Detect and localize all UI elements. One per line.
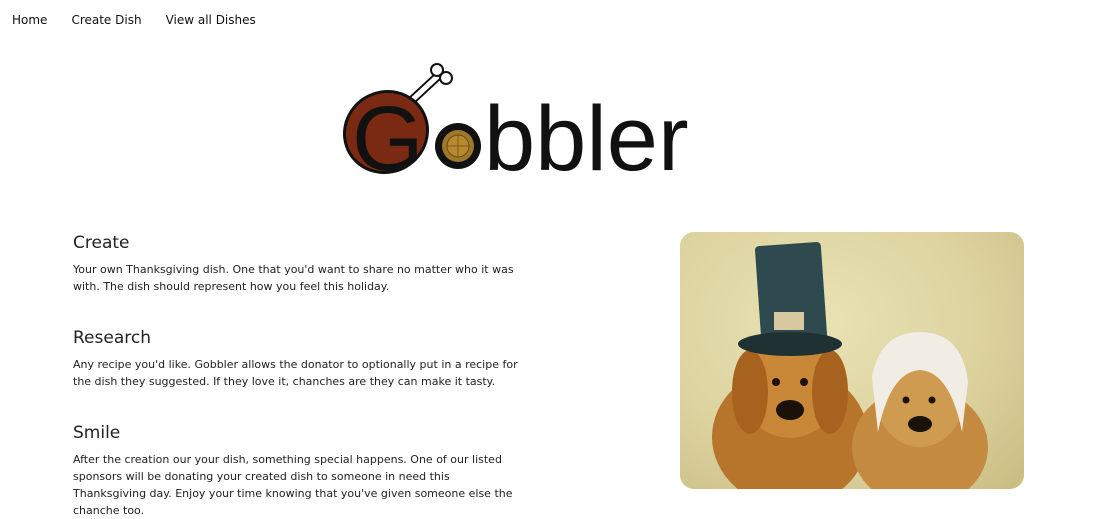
top-nav: Home Create Dish View all Dishes [12, 13, 256, 27]
nav-view-all-dishes-link[interactable]: View all Dishes [166, 13, 256, 27]
pie-icon [435, 123, 481, 169]
feature-create: Create Your own Thanksgiving dish. One t… [73, 233, 523, 295]
feature-text: After the creation our your dish, someth… [73, 453, 513, 517]
gobbler-logo: G bbler [340, 62, 740, 182]
svg-text:G: G [352, 88, 424, 182]
feature-text: Your own Thanksgiving dish. One that you… [73, 263, 514, 293]
nav-create-dish-link[interactable]: Create Dish [71, 13, 141, 27]
svg-text:bbler: bbler [484, 88, 689, 182]
feature-title: Research [73, 328, 151, 348]
feature-title: Smile [73, 423, 121, 443]
feature-title: Create [73, 233, 130, 253]
feature-text: Any recipe you'd like. Gobbler allows th… [73, 358, 518, 388]
feature-research: Research Any recipe you'd like. Gobbler … [73, 328, 523, 390]
dogs-photo [680, 232, 1024, 489]
feature-smile: Smile After the creation our your dish, … [73, 423, 523, 519]
nav-home-link[interactable]: Home [12, 13, 47, 27]
